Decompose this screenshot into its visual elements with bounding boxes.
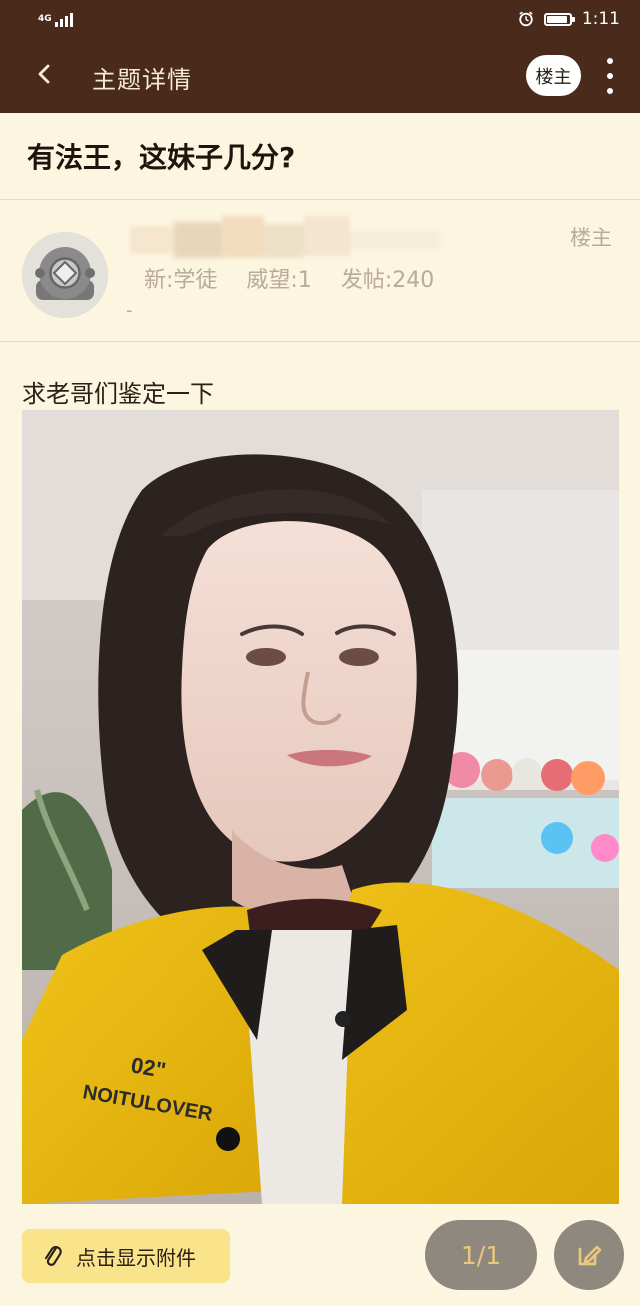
back-button[interactable]: [26, 56, 62, 92]
page-indicator[interactable]: 1/1: [425, 1220, 537, 1290]
post-image[interactable]: NOITULOVER 02": [22, 410, 619, 1204]
more-menu-button[interactable]: [598, 58, 622, 94]
edit-icon: [578, 1245, 602, 1266]
signal-icon: [54, 11, 73, 27]
show-attachment-button[interactable]: 点击显示附件: [22, 1229, 230, 1283]
status-right: 1:11: [518, 9, 620, 29]
show-attachment-label: 点击显示附件: [76, 1245, 196, 1270]
poster-post-count: 发帖:240: [340, 268, 435, 293]
title-divider: [0, 199, 640, 200]
app-bar: 主题详情 楼主: [0, 38, 640, 113]
status-bar: 4G 1:11: [0, 0, 640, 38]
poster-rank: 新:学徒: [144, 268, 218, 293]
diving-helmet-avatar-icon: [22, 232, 108, 318]
paperclip-icon: [44, 1246, 62, 1266]
avatar[interactable]: [22, 232, 108, 318]
page-title: 主题详情: [92, 66, 192, 94]
status-left: 4G: [38, 11, 73, 27]
back-icon: [38, 64, 50, 84]
alarm-icon: [519, 11, 533, 27]
battery-icon: [543, 12, 575, 26]
only-author-button[interactable]: 楼主: [526, 55, 581, 96]
more-icon: [607, 58, 613, 64]
post-text: 求老哥们鉴定一下: [22, 380, 214, 408]
poster-prestige: 威望:1: [246, 268, 312, 293]
poster-extra: -: [126, 300, 133, 321]
reply-button[interactable]: [554, 1220, 624, 1290]
floor-label: 楼主: [570, 226, 612, 250]
network-type: 4G: [38, 13, 52, 24]
poster-divider: [0, 341, 640, 342]
clock: 1:11: [581, 9, 620, 29]
poster-meta: 新:学徒 威望:1 发帖:240: [144, 262, 456, 294]
selfie-photo: NOITULOVER 02": [22, 410, 619, 1204]
thread-title: 有法王，这妹子几分?: [27, 141, 296, 174]
